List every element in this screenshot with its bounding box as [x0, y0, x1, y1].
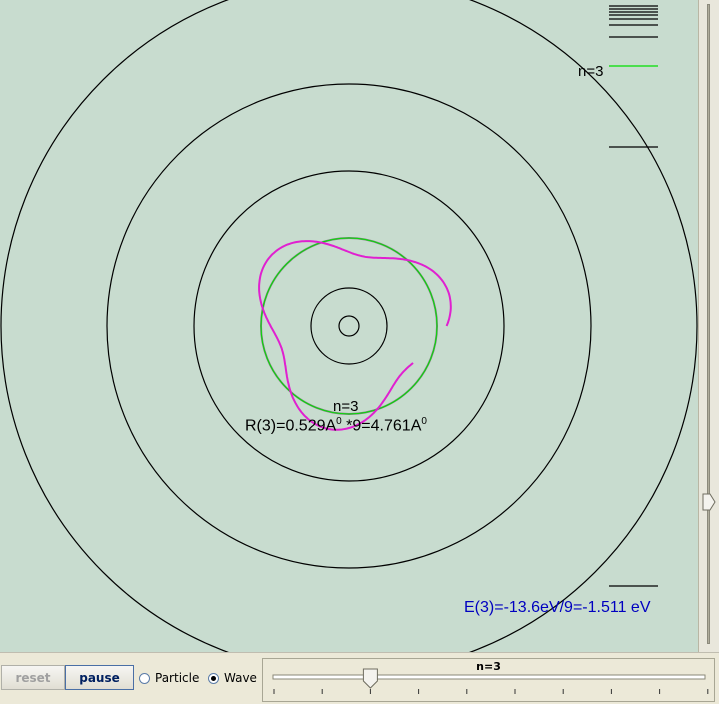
pause-button[interactable]: pause — [65, 665, 134, 690]
orbit-n5 — [106, 83, 592, 569]
energy-level-label: n=3 — [578, 63, 604, 80]
n-slider-thumb[interactable] — [362, 668, 378, 689]
orbit-n2 — [310, 287, 388, 365]
energy-label: E(3)=-13.6eV/9=-1.511 eV — [464, 599, 651, 616]
wave-radio[interactable]: Wave — [208, 671, 257, 685]
radius-superscript: 0 — [421, 416, 427, 427]
energy-slider-thumb[interactable] — [702, 493, 716, 511]
energy-level-slider[interactable] — [698, 0, 719, 652]
n-slider-panel: n=3 — [262, 658, 715, 702]
n-slider-track — [272, 674, 706, 680]
n-slider[interactable] — [263, 659, 716, 703]
radio-circle-icon[interactable] — [139, 672, 150, 684]
reset-button[interactable]: reset — [1, 665, 65, 690]
wave-radio-label: Wave — [224, 671, 257, 685]
orbit-n1 — [338, 315, 360, 337]
control-bar: reset pause Particle Wave n=3 — [0, 652, 719, 704]
orbit-label: n=3 — [333, 398, 359, 415]
orbit-n6 — [0, 0, 698, 652]
particle-radio-label: Particle — [155, 671, 200, 685]
radio-selected-icon[interactable] — [208, 672, 219, 684]
radius-text: R(3)=0.529A — [245, 417, 337, 435]
radius-text-mid: *9=4.761A — [341, 417, 422, 435]
current-orbit-n3 — [260, 237, 438, 415]
energy-slider-track — [707, 4, 710, 644]
bohr-atom-diagram — [0, 0, 698, 652]
particle-radio[interactable]: Particle — [139, 671, 199, 685]
radius-label: R(3)=0.529A0 *9=4.761A0 — [245, 416, 427, 435]
simulation-canvas: n=3 n=3 R(3)=0.529A0 *9=4.761A0 E(3)=-13… — [0, 0, 719, 652]
